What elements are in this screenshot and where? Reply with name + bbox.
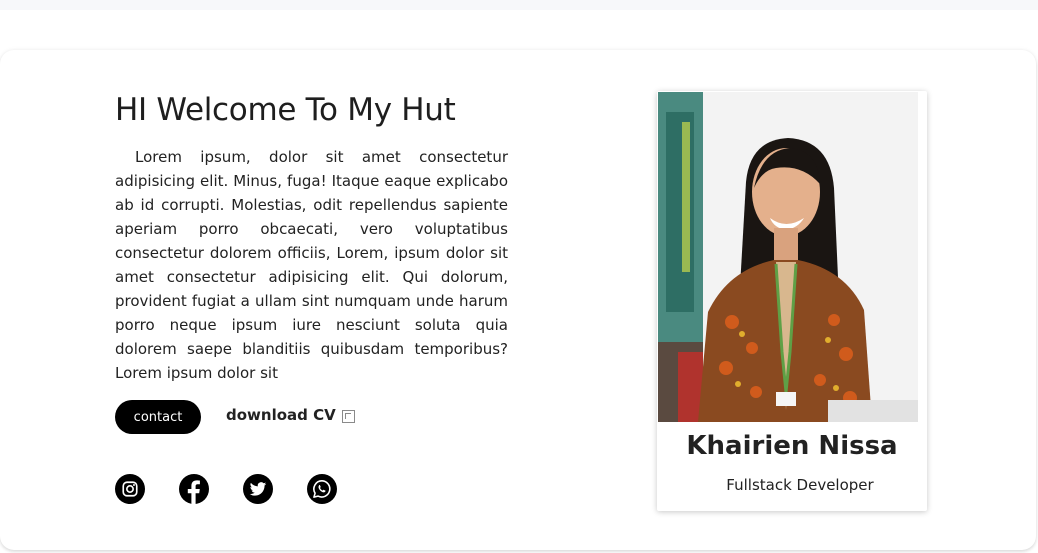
download-cv-label: download CV [226, 406, 336, 424]
profile-photo-illustration [658, 92, 918, 422]
broken-image-icon [341, 409, 355, 423]
twitter-icon [249, 482, 267, 496]
profile-name: Khairien Nissa [686, 431, 898, 461]
download-cv-link[interactable]: download CV [226, 406, 355, 424]
instagram-icon [122, 481, 138, 497]
hero-paragraph: Lorem ipsum, dolor sit amet consectetur … [115, 148, 508, 382]
social-links [115, 474, 337, 504]
profile-card: Khairien Nissa Fullstack Developer [657, 91, 927, 511]
facebook-link[interactable] [179, 474, 209, 504]
hero-title: HI Welcome To My Hut [115, 92, 456, 128]
facebook-icon [187, 480, 200, 504]
instagram-link[interactable] [115, 474, 145, 504]
contact-button[interactable]: contact [115, 400, 201, 434]
profile-photo [658, 92, 918, 422]
top-strip [0, 0, 1038, 10]
twitter-link[interactable] [243, 474, 273, 504]
whatsapp-link[interactable] [307, 474, 337, 504]
profile-role: Fullstack Developer [726, 476, 874, 494]
whatsapp-icon [313, 480, 331, 498]
